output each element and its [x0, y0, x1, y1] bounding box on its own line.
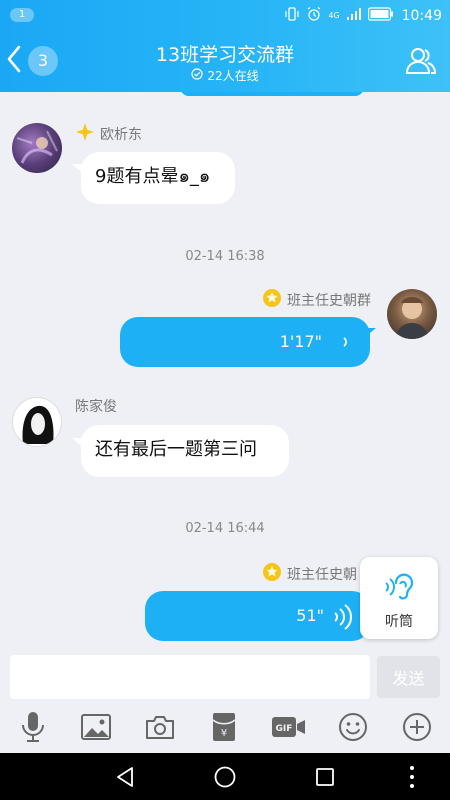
earpiece-mode-button[interactable]: 听筒 [360, 557, 438, 639]
sparkle-star-icon [75, 122, 95, 146]
gif-button[interactable]: GIF [271, 712, 307, 746]
message-bubble[interactable]: 9题有点晕๑_๑ [81, 152, 235, 204]
sender-name: 陈家俊 [75, 399, 117, 415]
previous-message-bubble[interactable] [180, 92, 364, 96]
more-button[interactable] [400, 712, 434, 746]
chat-header: 3 13班学习交流群 22人在线 [0, 30, 450, 92]
camera-button[interactable] [143, 712, 177, 746]
alarm-icon [306, 6, 322, 26]
star-icon [262, 288, 282, 312]
online-status: 22人在线 [100, 67, 350, 84]
vibrate-icon [284, 6, 300, 26]
nav-recents-button[interactable] [313, 765, 337, 789]
microphone-icon [20, 711, 46, 747]
chat-toolbar: ¥ GIF [0, 704, 450, 753]
voice-message-bubble[interactable]: 51" [145, 591, 370, 641]
voice-duration: 1'17" [279, 332, 322, 351]
status-bar: 1 4G 10:49 [0, 0, 450, 30]
battery-icon [367, 7, 394, 25]
voice-duration: 51" [296, 606, 324, 625]
sender-name-row: 班主任史朝 [262, 562, 357, 586]
voice-message-bubble[interactable]: 1'17" [120, 317, 370, 367]
signal-icon [346, 7, 362, 25]
red-packet-button[interactable]: ¥ [207, 712, 241, 746]
network-label: 4G [328, 11, 340, 20]
system-navigation-bar [0, 753, 450, 800]
bubble-tail [364, 328, 376, 338]
sender-name: 欧析东 [100, 127, 142, 143]
voice-wave-icon [330, 604, 358, 634]
nav-menu-button[interactable] [402, 765, 422, 789]
sender-name-row: 班主任史朝群 [262, 288, 371, 312]
send-button[interactable]: 发送 [377, 656, 440, 698]
back-button[interactable]: 3 [6, 44, 66, 78]
nav-home-button[interactable] [213, 765, 237, 789]
message-bubble[interactable]: 还有最后一题第三问 [81, 425, 289, 477]
square-recents-icon [313, 768, 337, 793]
network-4g-icon: 4G [328, 12, 339, 20]
image-button[interactable] [79, 712, 113, 746]
message-input[interactable] [10, 655, 370, 699]
gif-icon: GIF [271, 715, 307, 743]
message-input-area: 发送 [0, 652, 450, 704]
sender-name: 班主任史朝 [287, 567, 357, 583]
sender-name: 班主任史朝群 [287, 293, 371, 309]
nav-back-button[interactable] [113, 765, 137, 789]
group-members-icon [404, 48, 438, 82]
online-count: 22人在线 [207, 69, 259, 83]
svg-text:¥: ¥ [221, 728, 227, 739]
camera-icon [145, 714, 175, 744]
image-icon [81, 714, 111, 744]
voice-wave-icon [340, 330, 356, 358]
circle-home-icon [213, 766, 237, 793]
clock: 10:49 [401, 8, 442, 24]
star-icon [262, 562, 282, 586]
sender-name-row: 陈家俊 [75, 396, 117, 416]
status-icons: 4G 10:49 [284, 6, 442, 26]
avatar[interactable] [12, 397, 62, 447]
more-vertical-icon [402, 766, 422, 793]
message-timestamp: 02-14 16:38 [185, 249, 265, 264]
red-packet-icon: ¥ [212, 712, 236, 746]
voice-input-button[interactable] [16, 712, 50, 746]
unread-count-badge: 3 [28, 46, 58, 76]
svg-text:GIF: GIF [276, 724, 293, 734]
notification-badge: 1 [10, 8, 34, 22]
emoji-button[interactable] [336, 712, 370, 746]
plus-icon [402, 712, 432, 746]
avatar[interactable] [387, 289, 437, 339]
ear-icon [382, 569, 416, 609]
group-title: 13班学习交流群 [155, 44, 295, 66]
sender-name-row: 欧析东 [75, 122, 142, 146]
emoji-icon [338, 712, 368, 746]
chevron-left-icon [6, 45, 22, 77]
avatar[interactable] [12, 123, 62, 173]
triangle-back-icon [113, 767, 137, 793]
online-icon [191, 68, 203, 83]
group-members-button[interactable] [404, 44, 438, 78]
earpiece-label: 听筒 [385, 614, 413, 630]
message-timestamp: 02-14 16:44 [185, 521, 265, 536]
